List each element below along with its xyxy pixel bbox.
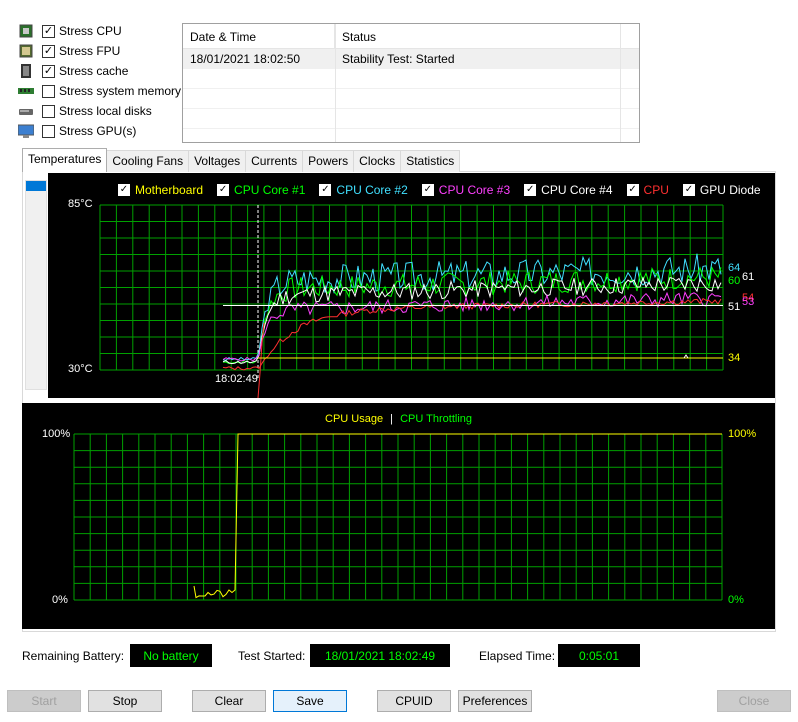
temperature-graph-svg: [99, 204, 724, 398]
legend-cpu-core-2[interactable]: ✓ CPU Core #2: [319, 182, 408, 197]
stress-checkbox[interactable]: [42, 84, 55, 98]
clear-button[interactable]: Clear: [192, 690, 266, 712]
legend-checkbox[interactable]: ✓: [421, 183, 434, 196]
temperature-graph: ✓ Motherboard ✓ CPU Core #1 ✓ CPU Core #2 ✓ CPU…: [48, 173, 775, 398]
preferences-button[interactable]: Preferences: [458, 690, 532, 712]
legend-label: CPU Core #3: [438, 182, 511, 197]
stress-checkbox[interactable]: [42, 124, 55, 138]
legend-motherboard[interactable]: ✓ Motherboard: [118, 183, 203, 197]
legend-label: CPU Core #2: [336, 182, 408, 197]
legend-checkbox[interactable]: ✓: [319, 183, 332, 196]
log-status: Stability Test: Started: [342, 52, 455, 66]
temp-end-value: 53: [742, 296, 755, 308]
stress-option-stress-gpu-s[interactable]: Stress GPU(s): [17, 122, 137, 140]
usage-left-top: 100%: [42, 428, 71, 440]
temp-end-value: 61: [742, 271, 755, 283]
stress-option-label: Stress CPU: [59, 24, 122, 38]
stress-option-label: Stress FPU: [59, 44, 121, 58]
tab-powers[interactable]: Powers: [302, 150, 355, 172]
disk-icon: [18, 104, 34, 118]
stress-option-label: Stress local disks: [59, 104, 152, 118]
sensor-list[interactable]: [25, 180, 47, 390]
temp-end-value: 34: [728, 352, 741, 364]
stress-option-label: Stress GPU(s): [59, 124, 137, 138]
cpu-usage-graph: CPU Usage | CPU Throttling 100% 0% 100% …: [22, 403, 775, 629]
battery-label: Remaining Battery:: [22, 649, 125, 663]
stress-option-label: Stress system memory: [59, 84, 182, 98]
legend-checkbox[interactable]: ✓: [118, 183, 130, 196]
legend-gpu-diode[interactable]: ✓ GPU Diode: [682, 182, 761, 197]
tab-clocks[interactable]: Clocks: [353, 150, 402, 172]
temp-min-label: 30°C: [68, 363, 93, 375]
stress-checkbox[interactable]: [42, 104, 55, 118]
usage-left-bottom: 0%: [52, 594, 68, 606]
stress-checkbox[interactable]: [42, 44, 55, 58]
col-status-header[interactable]: Status: [335, 24, 620, 48]
temp-time-label: 18:02:49: [215, 373, 258, 385]
legend-cpu-core-3[interactable]: ✓ CPU Core #3: [421, 182, 511, 197]
usage-title: CPU Usage | CPU Throttling: [22, 413, 775, 425]
temp-end-value: 60: [728, 275, 741, 287]
temp-end-value: 64: [728, 262, 741, 274]
gpu-icon: [17, 124, 35, 138]
cpu-icon: [18, 24, 34, 38]
stress-checkbox[interactable]: [42, 24, 55, 38]
legend-cpu-core-1[interactable]: ✓ CPU Core #1: [217, 183, 305, 197]
cpu-usage-graph-svg: [73, 433, 723, 601]
legend-cpu[interactable]: ✓ CPU: [626, 182, 669, 197]
cpuid-button[interactable]: CPUID: [377, 690, 451, 712]
stress-option-stress-system-memory[interactable]: Stress system memory: [18, 82, 181, 100]
tab-currents[interactable]: Currents: [245, 150, 304, 172]
legend-label: CPU: [643, 182, 669, 197]
stress-option-stress-cpu[interactable]: Stress CPU: [18, 22, 122, 40]
test-started-label: Test Started:: [238, 649, 306, 663]
test-started-value: 18/01/2021 18:02:49: [310, 644, 450, 667]
stress-option-stress-cache[interactable]: Stress cache: [18, 62, 128, 80]
legend-checkbox[interactable]: ✓: [626, 183, 639, 196]
legend-checkbox[interactable]: ✓: [682, 183, 695, 196]
elapsed-time-label: Elapsed Time:: [479, 649, 556, 663]
battery-value: No battery: [130, 644, 212, 667]
legend-label: CPU Core #1: [234, 182, 306, 197]
legend-label: CPU Core #4: [541, 182, 613, 197]
legend-checkbox[interactable]: ✓: [217, 183, 230, 196]
log-row[interactable]: 18/01/2021 18:02:50 Stability Test: Star…: [183, 49, 639, 69]
temperature-legend: ✓ Motherboard ✓ CPU Core #1 ✓ CPU Core #2 ✓ CPU…: [118, 181, 775, 197]
legend-label: GPU Diode: [699, 182, 761, 197]
tab-cooling-fans[interactable]: Cooling Fans: [106, 150, 190, 172]
legend-label: Motherboard: [135, 182, 204, 197]
elapsed-time-value: 0:05:01: [558, 644, 640, 667]
stop-button[interactable]: Stop: [88, 690, 162, 712]
legend-checkbox[interactable]: ✓: [524, 183, 537, 196]
tab-temperatures[interactable]: Temperatures: [22, 148, 108, 172]
save-button[interactable]: Save: [273, 690, 347, 712]
cpu-throttling-title: CPU Throttling: [400, 413, 472, 425]
log-row-empty: [183, 109, 639, 129]
stress-option-label: Stress cache: [59, 64, 129, 78]
close-button[interactable]: Close: [717, 690, 791, 712]
title-separator: |: [390, 413, 393, 425]
tab-voltages[interactable]: Voltages: [188, 150, 247, 172]
log-row-empty: [183, 69, 639, 89]
cpu-usage-title: CPU Usage: [325, 413, 384, 425]
stress-option-stress-local-disks[interactable]: Stress local disks: [18, 102, 152, 120]
tab-statistics[interactable]: Statistics: [400, 150, 461, 172]
tab-bar: Temperatures Cooling Fans Voltages Currents…: [22, 148, 461, 172]
usage-right-top: 100%: [728, 428, 757, 440]
sensor-list-selection[interactable]: [26, 181, 46, 191]
stress-checkbox[interactable]: [42, 64, 55, 78]
start-button[interactable]: Start: [7, 690, 81, 712]
memory-icon: [18, 84, 34, 98]
temp-max-label: 85°C: [68, 198, 93, 210]
log-datetime: 18/01/2021 18:02:50: [190, 52, 301, 66]
col-datetime-header[interactable]: Date & Time: [183, 24, 335, 48]
log-row-empty: [183, 89, 639, 109]
fpu-icon: [18, 44, 34, 58]
temp-end-value: 51: [728, 301, 741, 313]
event-log[interactable]: Date & Time Status 18/01/2021 18:02:50 S…: [182, 23, 640, 143]
legend-cpu-core-4[interactable]: ✓ CPU Core #4: [524, 182, 613, 197]
stress-option-stress-fpu[interactable]: Stress FPU: [18, 42, 120, 60]
cache-icon: [18, 64, 34, 78]
usage-right-bottom: 0%: [728, 594, 744, 606]
